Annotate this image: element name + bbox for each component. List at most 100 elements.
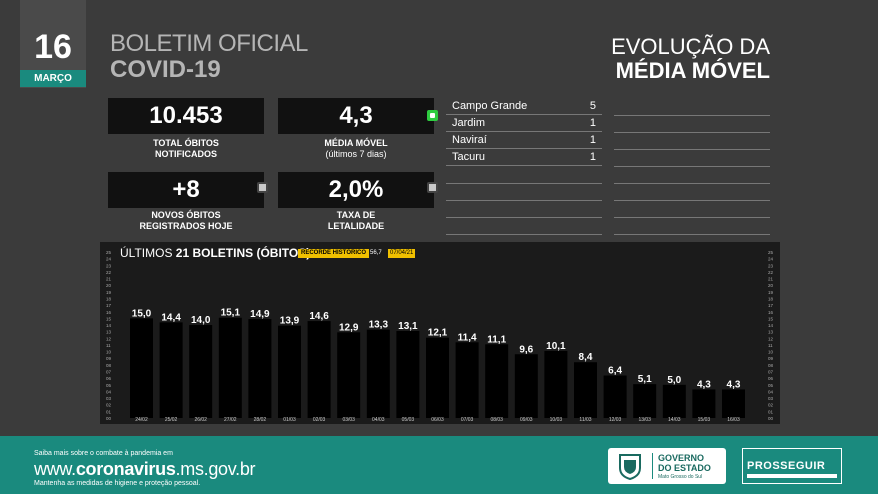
y-tick-label: 19 [106, 290, 112, 295]
x-tick-label: 02/03 [313, 417, 326, 423]
bar-value-label: 14,0 [191, 315, 211, 326]
lethality-label-line1: TAXA DE [336, 210, 376, 220]
bar [514, 354, 538, 418]
bar [366, 329, 390, 418]
moving-average-label: MÉDIA MÓVEL (últimos 7 dias) [278, 138, 434, 160]
bar-value-label: 12,1 [428, 328, 448, 339]
trend-indicator-icon [427, 110, 438, 121]
y-tick-label: 10 [768, 350, 774, 355]
y-tick-label: 20 [768, 283, 774, 288]
date-month: MARÇO [20, 70, 86, 87]
logo-divider [652, 453, 653, 479]
table-divider [614, 200, 770, 201]
total-deaths-label: TOTAL ÓBITOS NOTIFICADOS [108, 138, 264, 160]
gov-text-line1: GOVERNO [658, 453, 705, 463]
lethality-label: TAXA DE LETALIDADE [278, 210, 434, 232]
y-tick-label: 04 [106, 389, 112, 394]
y-tick-label: 09 [106, 356, 112, 361]
y-tick-label: 17 [768, 303, 774, 308]
city-value: 1 [589, 151, 596, 163]
bar [130, 318, 153, 418]
bar [248, 319, 272, 418]
bar-value-label: 4,3 [697, 379, 711, 390]
bar [396, 331, 420, 418]
bar-value-label: 13,3 [369, 320, 389, 331]
footer-hygiene-text: Mantenha as medidas de higiene e proteçã… [34, 480, 201, 487]
table-divider [614, 166, 770, 167]
x-tick-label: 15/03 [698, 417, 711, 423]
bar-value-label: 10,1 [546, 341, 566, 352]
y-tick-label: 18 [106, 296, 112, 301]
table-row: Naviraí 1 [446, 132, 602, 149]
total-deaths-label-line2: NOTIFICADOS [155, 149, 217, 159]
city-name: Campo Grande [452, 100, 528, 112]
y-tick-label: 08 [768, 363, 774, 368]
bar-value-label: 15,0 [132, 308, 152, 319]
new-deaths-label-line1: NOVOS ÓBITOS [151, 210, 221, 220]
bar [722, 389, 745, 418]
bulletin-subtitle: COVID-19 [110, 56, 221, 83]
x-tick-label: 25/02 [165, 417, 178, 423]
footer-info-text: Saiba mais sobre o combate à pandemia em [34, 450, 173, 457]
bar [159, 322, 183, 418]
y-tick-label: 25 [106, 250, 112, 255]
table-divider [446, 217, 602, 218]
y-tick-label: 05 [768, 383, 774, 388]
bulletin-title: BOLETIM OFICIAL [110, 30, 308, 57]
new-deaths-label-line2: REGISTRADOS HOJE [139, 221, 233, 231]
bar [544, 350, 568, 418]
date-box: 16 MARÇO [20, 0, 86, 88]
table-divider [446, 200, 602, 201]
y-tick-label: 20 [106, 283, 112, 288]
y-tick-label: 21 [768, 277, 774, 282]
x-tick-label: 03/03 [342, 417, 355, 423]
total-deaths-label-line1: TOTAL ÓBITOS [153, 138, 219, 148]
prosseguir-bar [747, 474, 837, 478]
table-divider [614, 132, 770, 133]
y-tick-label: 22 [106, 270, 112, 275]
bar-value-label: 11,1 [487, 334, 506, 345]
city-value: 5 [589, 100, 596, 112]
table-divider [446, 234, 602, 235]
bar [662, 384, 686, 418]
city-name: Naviraí [452, 134, 487, 146]
status-indicator-icon [427, 182, 438, 193]
prosseguir-text: PROSSEGUIR [747, 460, 826, 472]
x-tick-label: 01/03 [283, 417, 296, 423]
city-name: Jardim [452, 117, 486, 129]
table-divider [614, 217, 770, 218]
y-tick-label: 07 [768, 370, 774, 375]
x-tick-label: 14/03 [668, 417, 681, 423]
x-tick-label: 28/02 [254, 417, 267, 423]
bar-value-label: 13,9 [280, 316, 300, 327]
x-tick-label: 09/03 [520, 417, 533, 423]
y-tick-label: 15 [106, 316, 112, 321]
moving-average-chart: ÚLTIMOS 21 BOLETINS (ÓBITOS) RECORDE HIS… [100, 242, 780, 424]
bar-value-label: 5,1 [638, 374, 652, 385]
footer-website-link[interactable]: www.coronavirus.ms.gov.br [34, 459, 256, 480]
x-tick-label: 16/03 [727, 417, 740, 423]
y-tick-label: 03 [106, 396, 112, 401]
url-bold: coronavirus [75, 459, 176, 479]
y-tick-label: 07 [106, 370, 112, 375]
table-divider [614, 234, 770, 235]
y-tick-label: 11 [106, 343, 111, 348]
y-tick-label: 01 [106, 409, 112, 414]
x-tick-label: 10/03 [550, 417, 563, 423]
x-tick-label: 13/03 [638, 417, 651, 423]
y-tick-label: 18 [768, 296, 774, 301]
city-value: 1 [589, 117, 596, 129]
y-tick-label: 04 [768, 389, 774, 394]
government-logo: GOVERNO DO ESTADO Mato Grosso do Sul [608, 448, 726, 484]
bar-value-label: 4,3 [727, 379, 741, 390]
y-tick-label: 02 [768, 403, 774, 408]
y-tick-label: 14 [106, 323, 112, 328]
moving-average-label-line1: MÉDIA MÓVEL [324, 138, 388, 148]
y-tick-label: 14 [768, 323, 774, 328]
y-tick-label: 12 [106, 336, 112, 341]
city-value: 1 [589, 134, 596, 146]
evolution-title: EVOLUÇÃO DA [611, 34, 770, 59]
table-divider [614, 149, 770, 150]
y-tick-label: 17 [106, 303, 112, 308]
lethality-label-line2: LETALIDADE [327, 221, 385, 231]
